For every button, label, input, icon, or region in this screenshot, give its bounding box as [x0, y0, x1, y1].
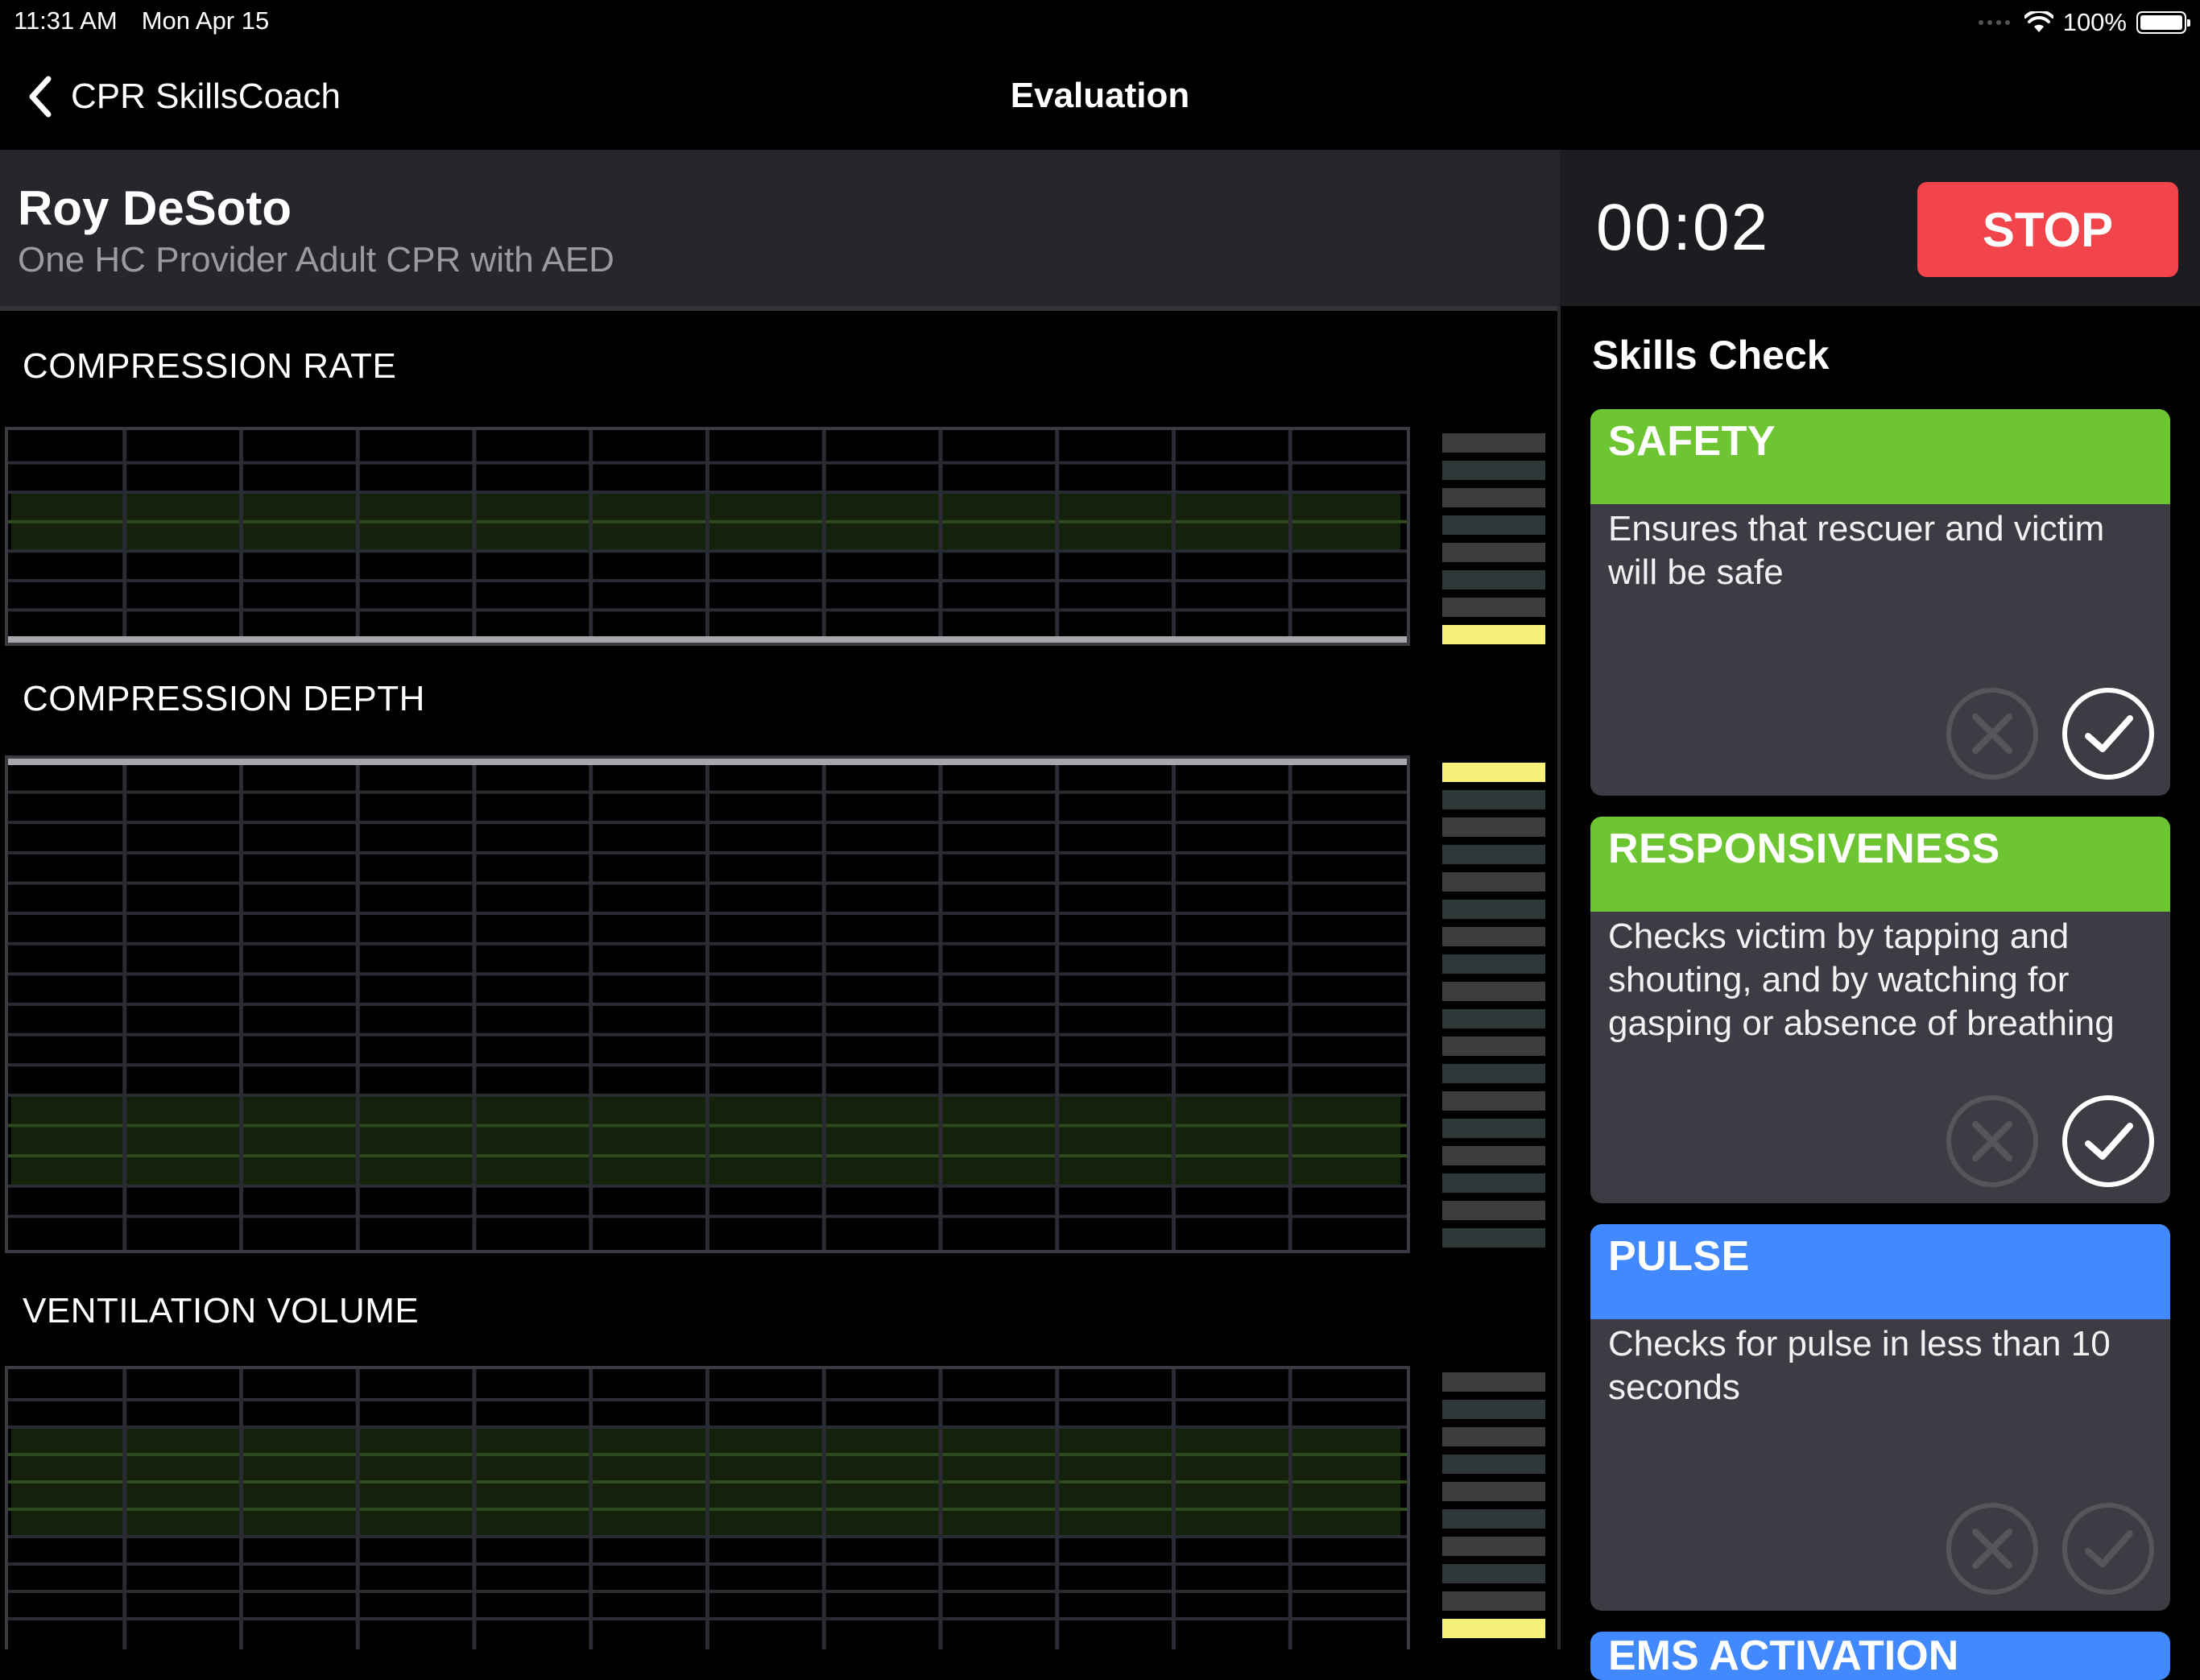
- skill-card-responsiveness: RESPONSIVENESS Checks victim by tapping …: [1590, 817, 2170, 1203]
- meter-segment: [1442, 543, 1545, 562]
- compression-depth-chart: [5, 755, 1410, 1253]
- ventilation-volume-title: VENTILATION VOLUME: [23, 1291, 420, 1330]
- course-name: One HC Provider Adult CPR with AED: [18, 240, 614, 279]
- battery-icon: [2136, 11, 2190, 34]
- skill-card-ems-activation[interactable]: EMS ACTIVATION: [1590, 1632, 2170, 1680]
- meter-segment: [1442, 598, 1545, 617]
- compression-rate-level-meter: [1442, 433, 1545, 644]
- status-time-date: 11:31 AM Mon Apr 15: [14, 6, 269, 35]
- meter-segment: [1442, 1619, 1545, 1638]
- meter-segment: [1442, 1454, 1545, 1474]
- skill-description: Ensures that rescuer and victim will be …: [1608, 509, 2105, 592]
- chart-grid-lines: [8, 1369, 1407, 1649]
- meter-segment: [1442, 1201, 1545, 1220]
- meter-segment: [1442, 927, 1545, 946]
- meter-segment: [1442, 488, 1545, 507]
- pass-button[interactable]: [2062, 1503, 2154, 1595]
- meter-segment: [1442, 625, 1545, 644]
- meter-segment: [1442, 817, 1545, 837]
- meter-segment: [1442, 570, 1545, 590]
- elapsed-timer: 00:02: [1596, 191, 1770, 264]
- compression-depth-level-meter: [1442, 763, 1545, 1248]
- meter-segment: [1442, 1091, 1545, 1111]
- pass-button[interactable]: [2062, 688, 2154, 780]
- timer-panel: 00:02 STOP: [1560, 150, 2200, 306]
- wifi-icon: [2024, 11, 2053, 32]
- meter-segment: [1442, 1400, 1545, 1419]
- skill-name: SAFETY: [1608, 418, 1776, 465]
- meter-segment: [1442, 1537, 1545, 1556]
- checkmark-icon: [2085, 1530, 2133, 1567]
- meter-segment: [1442, 982, 1545, 1001]
- skill-actions: [1946, 688, 2154, 780]
- x-icon: [1972, 1529, 2012, 1569]
- checkmark-icon: [2085, 1123, 2133, 1160]
- meter-segment: [1442, 763, 1545, 782]
- meter-segment: [1442, 1037, 1545, 1056]
- status-date: Mon Apr 15: [141, 6, 270, 35]
- ventilation-volume-level-meter: [1442, 1372, 1545, 1638]
- meter-segment: [1442, 872, 1545, 892]
- skill-actions: [1946, 1095, 2154, 1187]
- meter-segment: [1442, 515, 1545, 535]
- trainee-header: Roy DeSoto One HC Provider Adult CPR wit…: [0, 150, 1560, 311]
- meter-segment: [1442, 900, 1545, 919]
- checkmark-icon: [2085, 715, 2133, 752]
- pass-button[interactable]: [2062, 1095, 2154, 1187]
- meter-segment: [1442, 954, 1545, 974]
- skill-name: PULSE: [1608, 1233, 1750, 1280]
- skill-name: EMS ACTIVATION: [1608, 1632, 1959, 1679]
- meter-segment: [1442, 1064, 1545, 1083]
- navigation-bar: CPR SkillsCoach Evaluation: [0, 43, 2200, 150]
- meter-segment: [1442, 1372, 1545, 1392]
- skill-actions: [1946, 1503, 2154, 1595]
- battery-percent: 100%: [2062, 8, 2127, 36]
- skill-header: RESPONSIVENESS: [1590, 817, 2170, 912]
- meter-segment: [1442, 433, 1545, 453]
- meter-segment: [1442, 1591, 1545, 1611]
- status-bar: 11:31 AM Mon Apr 15 100%: [0, 0, 2200, 43]
- skill-description: Checks for pulse in less than 10 seconds: [1608, 1324, 2111, 1407]
- meter-segment: [1442, 790, 1545, 809]
- skill-header: SAFETY: [1590, 409, 2170, 504]
- meter-segment: [1442, 1228, 1545, 1248]
- meter-segment: [1442, 1146, 1545, 1165]
- compression-depth-title: COMPRESSION DEPTH: [23, 679, 425, 718]
- meter-segment: [1442, 1427, 1545, 1446]
- skill-name: RESPONSIVENESS: [1608, 826, 2000, 872]
- x-icon: [1972, 1121, 2012, 1161]
- meter-segment: [1442, 1173, 1545, 1193]
- skills-check-title: Skills Check: [1592, 333, 1830, 378]
- meter-segment: [1442, 1482, 1545, 1501]
- chart-grid-lines: [8, 759, 1407, 1250]
- panel-divider: [1557, 306, 1561, 1649]
- stop-button[interactable]: STOP: [1917, 182, 2178, 277]
- trainee-name: Roy DeSoto: [18, 181, 292, 235]
- page-title: Evaluation: [1010, 76, 1190, 115]
- fail-button[interactable]: [1946, 1503, 2038, 1595]
- meter-segment: [1442, 1509, 1545, 1529]
- skill-description: Checks victim by tapping and shouting, a…: [1608, 917, 2115, 1043]
- meter-segment: [1442, 1009, 1545, 1028]
- chart-grid-lines: [8, 430, 1407, 643]
- meter-segment: [1442, 845, 1545, 864]
- cellular-signal-icon: [1978, 20, 2010, 25]
- skill-header: PULSE: [1590, 1224, 2170, 1319]
- skill-card-safety: SAFETY Ensures that rescuer and victim w…: [1590, 409, 2170, 796]
- skill-card-pulse: PULSE Checks for pulse in less than 10 s…: [1590, 1224, 2170, 1611]
- fail-button[interactable]: [1946, 688, 2038, 780]
- meter-segment: [1442, 1119, 1545, 1138]
- fail-button[interactable]: [1946, 1095, 2038, 1187]
- meter-segment: [1442, 461, 1545, 480]
- meter-segment: [1442, 1564, 1545, 1583]
- status-time: 11:31 AM: [14, 6, 118, 35]
- status-indicators: 100%: [1978, 6, 2190, 39]
- compression-rate-title: COMPRESSION RATE: [23, 346, 397, 386]
- compression-rate-chart: [5, 427, 1410, 646]
- x-icon: [1972, 714, 2012, 754]
- ventilation-volume-chart: [5, 1366, 1410, 1649]
